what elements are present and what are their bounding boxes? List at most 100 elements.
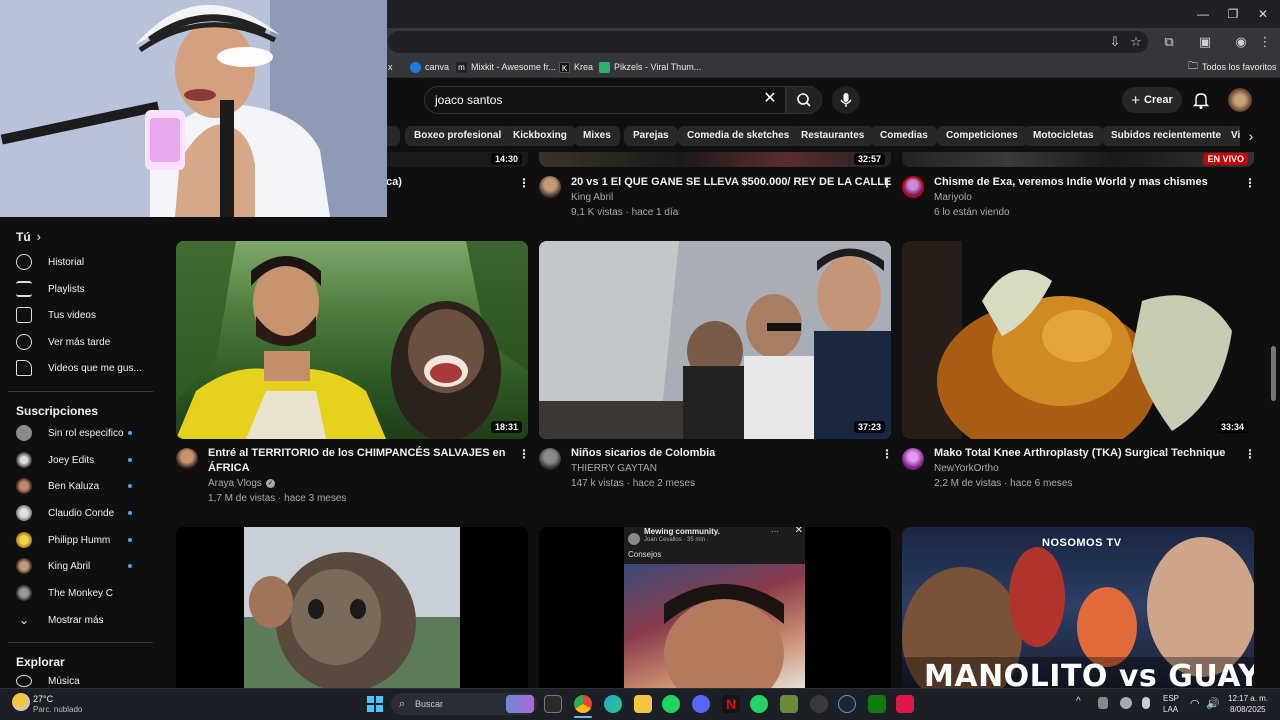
- chip[interactable]: Subidos recientemente: [1102, 126, 1231, 146]
- account-avatar[interactable]: [1228, 88, 1252, 112]
- channel-name[interactable]: THIERRY GAYTAN: [571, 461, 657, 476]
- chip[interactable]: Kickboxing: [504, 126, 576, 146]
- sidebar-sub-item[interactable]: Sin rol especifico: [10, 420, 152, 446]
- create-button[interactable]: + Crear: [1122, 87, 1182, 113]
- restore-icon[interactable]: ❐: [1218, 4, 1248, 24]
- chip[interactable]: Restaurantes: [792, 126, 874, 146]
- install-icon[interactable]: ⇩: [1106, 33, 1124, 51]
- clock-date[interactable]: 8/08/2025: [1230, 705, 1266, 714]
- chip[interactable]: Mixes: [574, 126, 620, 146]
- weather-temp[interactable]: 27°C: [33, 694, 53, 704]
- address-bar[interactable]: [388, 31, 1148, 53]
- channel-name[interactable]: Mariyolo: [934, 190, 972, 205]
- channel-avatar[interactable]: [539, 448, 561, 470]
- show-more-button[interactable]: ⌄ Mostrar más: [10, 607, 152, 633]
- bookmark-canva[interactable]: canva: [410, 59, 449, 75]
- sidebar-sub-item[interactable]: King Abril: [10, 553, 152, 579]
- extensions-icon[interactable]: ⧉: [1160, 33, 1178, 51]
- minimize-icon[interactable]: —: [1188, 4, 1218, 24]
- video-thumbnail[interactable]: 18:31: [176, 241, 528, 439]
- sidebar-item-music[interactable]: Música: [10, 674, 152, 688]
- chevron-right-icon[interactable]: ›: [1240, 124, 1262, 148]
- bookmark-krea[interactable]: K Krea: [559, 59, 593, 75]
- video-thumbnail[interactable]: NOSOMOS TV MANOLITO vs GUAYACO: [902, 527, 1254, 688]
- channel-name[interactable]: NewYorkOrtho: [934, 461, 999, 476]
- video-thumbnail[interactable]: Mewing community. Joan Cevallos · 35 min…: [539, 527, 891, 688]
- channel-avatar[interactable]: [539, 176, 561, 198]
- video-title[interactable]: Mako Total Knee Arthroplasty (TKA) Surgi…: [934, 446, 1234, 461]
- chip[interactable]: Comedias: [871, 126, 937, 146]
- chip[interactable]: Boxeo profesional: [405, 126, 511, 146]
- task-view-icon[interactable]: [544, 695, 562, 713]
- clear-search-icon[interactable]: ✕: [760, 89, 780, 109]
- steam-icon[interactable]: [838, 695, 856, 713]
- video-thumbnail[interactable]: 32:57: [539, 152, 891, 167]
- microphone-icon[interactable]: [1142, 697, 1150, 709]
- menu-icon[interactable]: ⋮: [1256, 33, 1274, 51]
- video-thumbnail[interactable]: EN VIVO: [902, 152, 1254, 167]
- chip[interactable]: Motocicletas: [1024, 126, 1103, 146]
- search-button[interactable]: [786, 86, 822, 114]
- channel-name[interactable]: King Abril: [571, 190, 613, 205]
- channel-name[interactable]: Araya Vlogs: [208, 476, 262, 491]
- more-options-icon[interactable]: ⋮: [881, 448, 893, 460]
- chip[interactable]: Competiciones: [937, 126, 1027, 146]
- video-title[interactable]: Chisme de Exa, veremos Indie World y mas…: [934, 175, 1234, 190]
- video-title[interactable]: 20 vs 1 El QUE GANE SE LLEVA $500.000/ R…: [571, 175, 891, 190]
- whatsapp-icon[interactable]: [750, 695, 768, 713]
- video-thumbnail[interactable]: [176, 527, 528, 688]
- minecraft-icon[interactable]: [780, 695, 798, 713]
- discord-icon[interactable]: [692, 695, 710, 713]
- tray-expand-icon[interactable]: ^: [1076, 696, 1081, 707]
- video-title[interactable]: Entré al TERRITORIO de los CHIMPANCÉS SA…: [208, 446, 508, 476]
- obs-icon[interactable]: [810, 695, 828, 713]
- you-section-header[interactable]: Tú ›: [16, 229, 41, 244]
- sidebar-sub-item[interactable]: Claudio Conde: [10, 500, 152, 526]
- sidebar-item-historial[interactable]: Historial: [10, 249, 152, 275]
- sidebar-item-watch-later[interactable]: Ver más tarde: [10, 329, 152, 355]
- clock-time[interactable]: 12:17 a. m.: [1228, 694, 1268, 703]
- xbox-icon[interactable]: [868, 695, 886, 713]
- profile-icon[interactable]: ◉: [1232, 33, 1250, 51]
- windows-start-icon[interactable]: [367, 696, 383, 712]
- sidebar-item-your-videos[interactable]: Tus videos: [10, 302, 152, 328]
- edge-icon[interactable]: [604, 695, 622, 713]
- close-window-icon[interactable]: ✕: [1248, 4, 1278, 24]
- sidepanel-icon[interactable]: ▣: [1196, 33, 1214, 51]
- more-options-icon[interactable]: ⋮: [518, 177, 530, 189]
- sidebar-item-liked-videos[interactable]: Videos que me gus...: [10, 355, 152, 381]
- netflix-icon[interactable]: N: [722, 695, 740, 713]
- volume-icon[interactable]: 🔊: [1206, 697, 1220, 710]
- language-indicator[interactable]: ESP: [1163, 694, 1179, 703]
- more-options-icon[interactable]: ⋮: [518, 448, 530, 460]
- sidebar-sub-item[interactable]: Ben Kaluza: [10, 473, 152, 499]
- video-thumbnail[interactable]: 33:34: [902, 241, 1254, 439]
- sidebar-sub-item[interactable]: The Monkey C: [10, 580, 152, 606]
- channel-avatar[interactable]: [176, 448, 198, 470]
- bookmark-x[interactable]: x: [388, 59, 393, 75]
- bookmark-mixkit[interactable]: m Mixkit - Awesome fr...: [456, 59, 556, 75]
- channel-avatar-live[interactable]: [902, 176, 924, 198]
- chip[interactable]: Comedia de sketches: [678, 126, 799, 146]
- video-title[interactable]: ca): [386, 175, 402, 190]
- bookmark-pikzels[interactable]: Pikzels - Viral Thum...: [599, 59, 701, 75]
- weather-icon[interactable]: [12, 693, 30, 711]
- bookmark-star-icon[interactable]: ☆: [1127, 33, 1145, 51]
- video-thumbnail[interactable]: 37:23: [539, 241, 891, 439]
- search-input[interactable]: joaco santos: [424, 86, 786, 114]
- tray-app-icon[interactable]: [1120, 697, 1132, 709]
- sidebar-sub-item[interactable]: Philipp Humm: [10, 527, 152, 553]
- file-explorer-icon[interactable]: [634, 695, 652, 713]
- more-options-icon[interactable]: ⋮: [881, 177, 893, 189]
- chip[interactable]: Parejas: [624, 126, 678, 146]
- video-title[interactable]: Niños sicarios de Colombia: [571, 446, 871, 461]
- channel-avatar[interactable]: [902, 448, 924, 470]
- tiktok-icon[interactable]: [896, 695, 914, 713]
- chrome-icon[interactable]: [574, 695, 592, 713]
- more-options-icon[interactable]: ⋮: [1244, 177, 1256, 189]
- scrollbar-thumb[interactable]: [1271, 346, 1276, 401]
- sidebar-item-playlists[interactable]: Playlists: [10, 276, 152, 302]
- tray-app-icon[interactable]: [1098, 697, 1108, 709]
- more-options-icon[interactable]: ⋮: [1244, 448, 1256, 460]
- sidebar-sub-item[interactable]: Joey Edits: [10, 447, 152, 473]
